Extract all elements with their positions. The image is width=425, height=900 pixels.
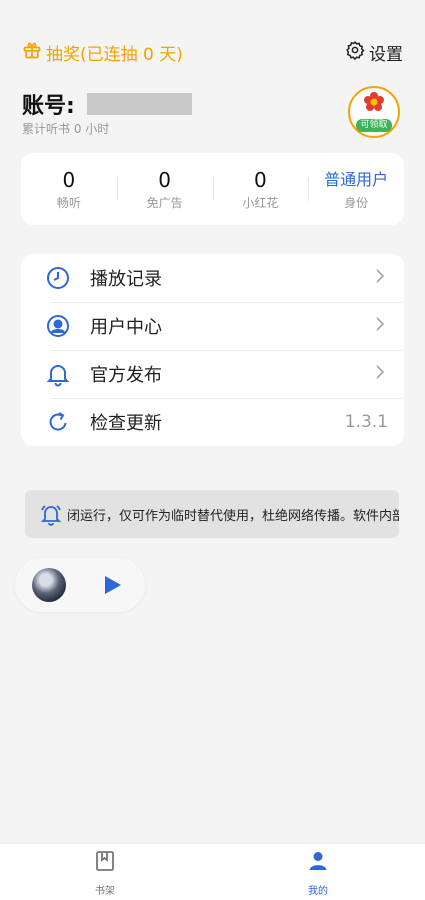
tab-label: 书架 — [95, 886, 115, 897]
flower-claim-button[interactable]: 可领取 — [348, 86, 400, 138]
menu-label: 检查更新 — [90, 413, 162, 434]
tab-bookshelf[interactable]: 书架 — [75, 850, 135, 897]
account-label: 账号: — [22, 94, 75, 119]
stat-label: 畅听 — [56, 195, 81, 210]
clock-icon — [45, 265, 71, 291]
stat-label: 免广告 — [146, 195, 183, 210]
gear-icon — [345, 40, 365, 65]
stat-value: 0 — [62, 167, 76, 192]
account-id-masked — [86, 93, 192, 115]
lottery-button[interactable]: 抽奖(已连抽 0 天) — [22, 40, 183, 65]
stat-identity[interactable]: 普通用户 身份 — [308, 153, 404, 225]
notice-bar[interactable]: 闭运行，仅可作为临时替代使用，杜绝网络传播。软件内部 — [25, 490, 399, 538]
menu-card: 播放记录 用户中心 官方发布 检查更新 1.3.1 — [21, 254, 404, 446]
stat-no-ads[interactable]: 0 免广告 — [116, 153, 213, 225]
menu-item-official-release[interactable]: 官方发布 — [21, 350, 404, 398]
stat-listen[interactable]: 0 畅听 — [21, 153, 117, 225]
stat-value: 0 — [254, 167, 267, 192]
album-cover[interactable] — [32, 568, 66, 602]
menu-label: 官方发布 — [90, 365, 162, 386]
chevron-right-icon — [374, 316, 386, 337]
refresh-icon — [45, 409, 71, 435]
stat-label: 小红花 — [242, 195, 279, 210]
menu-item-play-history[interactable]: 播放记录 — [21, 254, 404, 302]
account-row: 账号: — [22, 88, 192, 120]
lottery-label: 抽奖(已连抽 0 天) — [46, 45, 183, 65]
notice-text: 闭运行，仅可作为临时替代使用，杜绝网络传播。软件内部 — [67, 509, 399, 524]
user-icon — [45, 313, 71, 339]
stat-value: 普通用户 — [324, 169, 389, 189]
version-label: 1.3.1 — [344, 412, 388, 432]
stat-flowers[interactable]: 0 小红花 — [212, 153, 309, 225]
menu-item-check-update[interactable]: 检查更新 1.3.1 — [21, 398, 404, 446]
gift-icon — [22, 40, 42, 65]
tab-label: 我的 — [308, 886, 328, 897]
stats-card: 0 畅听 0 免广告 0 小红花 普通用户 身份 — [21, 153, 404, 225]
bell-icon — [45, 361, 71, 387]
mini-player[interactable] — [15, 558, 145, 612]
flower-icon — [362, 92, 386, 118]
stat-label: 身份 — [344, 195, 369, 210]
menu-item-user-center[interactable]: 用户中心 — [21, 302, 404, 350]
profile-icon — [307, 850, 329, 876]
stat-value: 0 — [158, 167, 171, 192]
tab-mine[interactable]: 我的 — [288, 850, 348, 897]
listen-time: 累计听书 0 小时 — [22, 122, 110, 136]
menu-label: 用户中心 — [90, 317, 162, 338]
bookshelf-icon — [94, 850, 116, 876]
menu-label: 播放记录 — [90, 269, 162, 290]
bottom-tab-bar: 书架 我的 — [0, 843, 425, 900]
chevron-right-icon — [374, 268, 386, 289]
top-bar: 抽奖(已连抽 0 天) 设置 — [0, 0, 425, 100]
settings-label: 设置 — [369, 45, 403, 65]
settings-button[interactable]: 设置 — [345, 40, 403, 65]
claim-label: 可领取 — [356, 119, 392, 132]
chevron-right-icon — [374, 364, 386, 385]
